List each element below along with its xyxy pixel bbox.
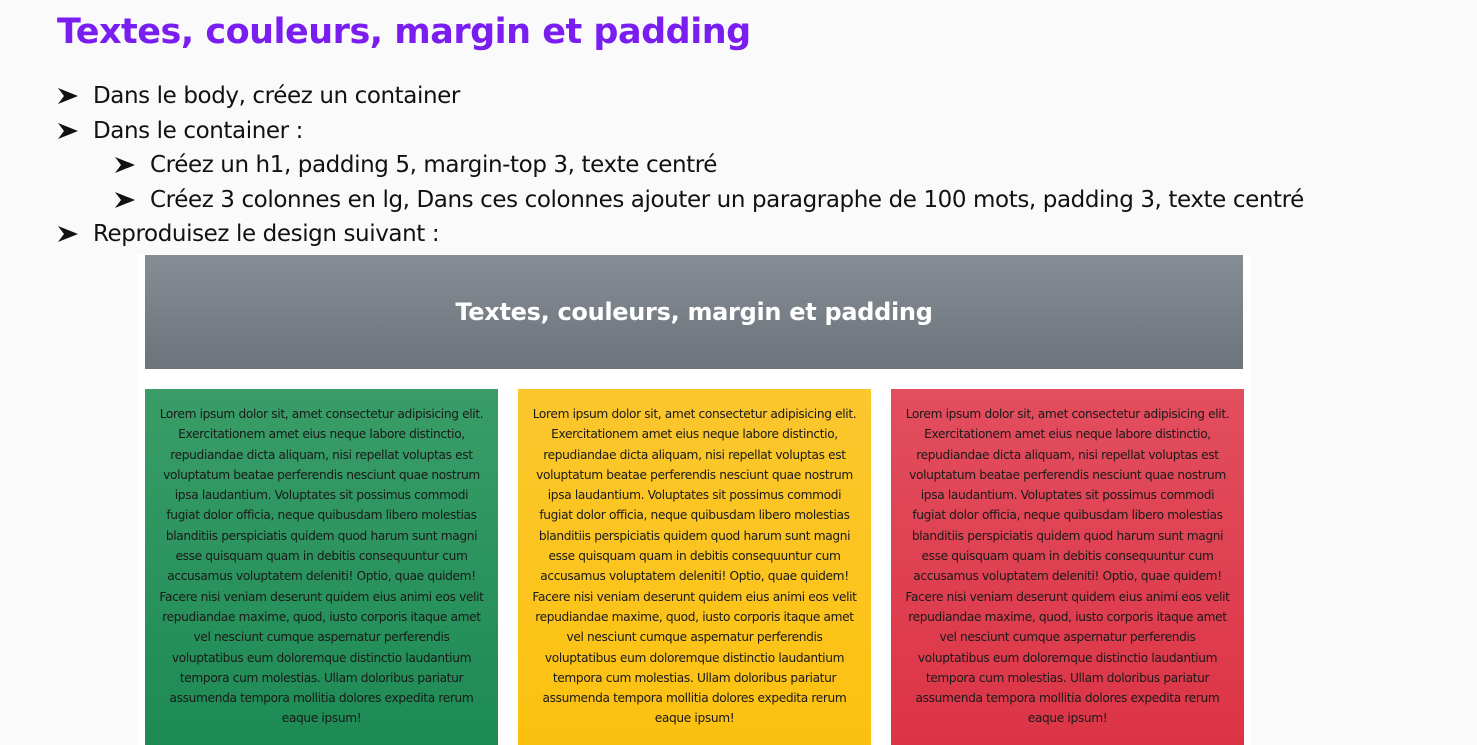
- slide-title: Textes, couleurs, margin et padding: [57, 12, 751, 52]
- arrowhead-bullet-icon: [57, 225, 93, 243]
- preview-column-green: Lorem ipsum dolor sit, amet consectetur …: [145, 389, 498, 745]
- instruction-subitem: Créez un h1, padding 5, margin-top 3, te…: [57, 148, 1304, 183]
- instruction-item: Dans le container :: [57, 114, 1304, 149]
- instruction-text: Créez un h1, padding 5, margin-top 3, te…: [150, 152, 718, 179]
- column-paragraph: Lorem ipsum dolor sit, amet consectetur …: [532, 407, 857, 726]
- instruction-text: Dans le body, créez un container: [93, 83, 460, 110]
- instruction-text: Dans le container :: [93, 117, 303, 144]
- column-paragraph: Lorem ipsum dolor sit, amet consectetur …: [905, 407, 1230, 726]
- preview-header-title: Textes, couleurs, margin et padding: [455, 298, 933, 326]
- instruction-item: Dans le body, créez un container: [57, 79, 1304, 114]
- arrowhead-bullet-icon: [114, 156, 150, 174]
- instruction-item: Reproduisez le design suivant :: [57, 217, 1304, 252]
- instruction-subitem: Créez 3 colonnes en lg, Dans ces colonne…: [57, 183, 1304, 218]
- instruction-list: Dans le body, créez un container Dans le…: [57, 79, 1304, 252]
- column-paragraph: Lorem ipsum dolor sit, amet consectetur …: [159, 407, 484, 726]
- design-preview: Textes, couleurs, margin et padding Lore…: [137, 254, 1251, 745]
- preview-column-yellow: Lorem ipsum dolor sit, amet consectetur …: [518, 389, 871, 745]
- arrowhead-bullet-icon: [57, 122, 93, 140]
- instruction-text: Reproduisez le design suivant :: [93, 221, 440, 248]
- arrowhead-bullet-icon: [57, 87, 93, 105]
- arrowhead-bullet-icon: [114, 191, 150, 209]
- preview-column-red: Lorem ipsum dolor sit, amet consectetur …: [891, 389, 1244, 745]
- preview-header: Textes, couleurs, margin et padding: [145, 255, 1243, 369]
- instruction-text: Créez 3 colonnes en lg, Dans ces colonne…: [150, 186, 1304, 213]
